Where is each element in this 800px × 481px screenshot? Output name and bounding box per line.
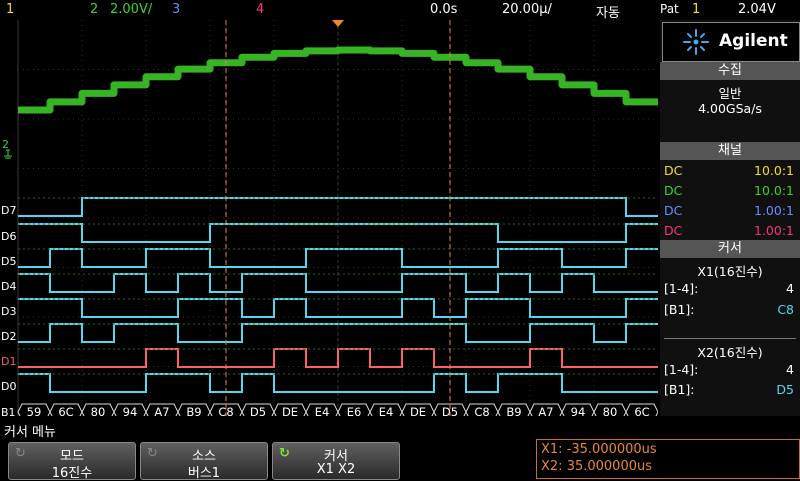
digital-label-d3: D3 — [1, 305, 16, 318]
x1-readout: X1: -35.000000us — [541, 442, 657, 457]
brand-logo: Agilent — [662, 22, 800, 62]
x1-title: X1(16진수) — [697, 264, 763, 279]
digital-label-d5: D5 — [1, 255, 16, 268]
acquisition-mode: 일반 — [718, 86, 742, 101]
channel-probe-ratio: 1.00:1 — [754, 223, 794, 238]
status-bar: 1 2 2.00V/ 3 4 0.0s 20.00µ/ 자동 Pat 1 2.0… — [0, 0, 800, 21]
bus-value: B9 — [506, 405, 521, 416]
bus-value: B9 — [186, 405, 201, 416]
bus-value: 94 — [571, 405, 586, 416]
source-softkey[interactable]: ↻ 소스 버스1 — [140, 442, 268, 481]
agilent-spark-icon — [683, 29, 709, 55]
waveform-display[interactable]: D7 D6 D5 D4 D3 D2 D1 D0 B1 59 6C 80 94 A7 B9 C8 D5 DE E4 E… — [0, 20, 658, 416]
digital-label-d0: D0 — [1, 380, 16, 393]
x2-readout: X2: 35.000000us — [541, 459, 653, 474]
bus-value: 6C — [634, 405, 649, 416]
bus-value: 59 — [27, 405, 42, 416]
x1-bus-label: [B1]: — [664, 302, 695, 317]
divider — [664, 338, 796, 339]
trigger-mode: 자동 — [596, 6, 620, 21]
x2-title: X2(16진수) — [697, 345, 763, 360]
x1-range-value: 4 — [786, 281, 794, 296]
channels-header[interactable]: 채널 — [660, 142, 800, 160]
cursor-readout: X1: -35.000000us X2: 35.000000us — [536, 439, 800, 479]
digital-label-d7: D7 — [1, 204, 16, 217]
x2-bus-value: D5 — [776, 382, 794, 397]
ch2-indicator[interactable]: 2 — [90, 2, 98, 17]
ch1-indicator[interactable]: 1 — [6, 2, 14, 17]
bus-value: E4 — [379, 405, 394, 416]
menu-title: 커서 메뉴 — [4, 425, 56, 440]
bus-value: 80 — [603, 405, 618, 416]
channel-coupling: DC — [664, 163, 683, 178]
x1-range-label: [1-4]: — [664, 281, 699, 296]
mode-softkey[interactable]: ↻ 모드 16진수 — [8, 442, 136, 481]
x2-bus-label: [B1]: — [664, 382, 695, 397]
x2-range-label: [1-4]: — [664, 362, 699, 377]
analog-channel-marker: 2 — [2, 138, 9, 151]
bus-value: E4 — [315, 405, 330, 416]
channel-coupling: DC — [664, 203, 683, 218]
cursor-softkey-value: X1 X2 — [316, 462, 356, 477]
sample-rate: 4.00GSa/s — [698, 101, 762, 116]
pattern-trigger-label: Pat — [660, 2, 679, 16]
bus-value: C8 — [474, 405, 489, 416]
bus-value: 80 — [91, 405, 106, 416]
digital-label-d1: D1 — [1, 355, 16, 368]
channel-probe-ratio: 10.0:1 — [754, 183, 794, 198]
bus-value: 6C — [58, 405, 73, 416]
info-panel: Agilent 수집 일반 4.00GSa/s 채널 DC 10.0:1 DC 10.… — [660, 20, 800, 416]
time-scale: 20.00µ/ — [502, 2, 552, 17]
x2-range-value: 4 — [786, 362, 794, 377]
time-offset: 0.0s — [430, 2, 458, 17]
ch4-indicator[interactable]: 4 — [256, 2, 264, 17]
digital-label-d6: D6 — [1, 230, 16, 243]
acquisition-header[interactable]: 수집 — [660, 62, 800, 80]
source-softkey-value: 버스1 — [187, 466, 221, 481]
cursor-softkey[interactable]: ↻ 커서 X1 X2 — [272, 442, 400, 480]
pattern-trigger-channel: 1 — [692, 2, 701, 17]
bus-value: D5 — [250, 405, 266, 416]
digital-label-d4: D4 — [1, 280, 16, 293]
bus-value: E6 — [347, 405, 362, 416]
cursor-header[interactable]: 커서 — [660, 240, 800, 258]
bus-value: DE — [282, 405, 298, 416]
brand-name: Agilent — [719, 31, 788, 51]
softkey-bar: 커서 메뉴 ↻ 모드 16진수 ↻ 소스 버스1 ↻ 커서 X1 X2 X1: … — [0, 418, 800, 481]
channel-probe-ratio: 1.00:1 — [754, 203, 794, 218]
ch2-scale: 2.00V/ — [110, 2, 153, 17]
bus-label: B1 — [1, 406, 16, 416]
channel-coupling: DC — [664, 183, 683, 198]
channel-coupling: DC — [664, 223, 683, 238]
bus-value: A7 — [154, 405, 169, 416]
x1-bus-value: C8 — [777, 302, 794, 317]
ch3-indicator[interactable]: 3 — [172, 2, 180, 17]
bus-value: A7 — [538, 405, 553, 416]
mode-softkey-value: 16진수 — [51, 466, 93, 481]
channel-probe-ratio: 10.0:1 — [754, 163, 794, 178]
bus-value: DE — [410, 405, 426, 416]
digital-label-d2: D2 — [1, 330, 16, 343]
trigger-level: 2.04V — [738, 2, 776, 17]
bus-value: 94 — [123, 405, 138, 416]
